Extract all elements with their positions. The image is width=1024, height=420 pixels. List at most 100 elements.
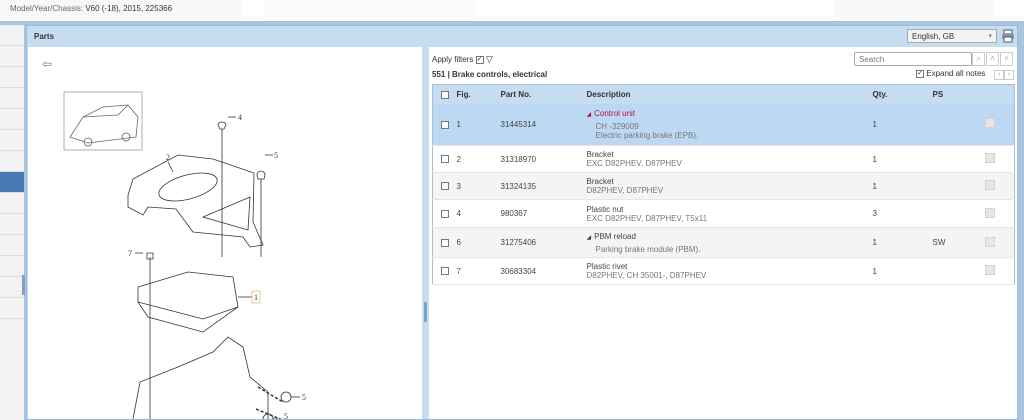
table-row[interactable]: 2 31318970 Bracket EXC D82PHEV, D87PHEV 1	[432, 146, 1015, 173]
part-note: EXC D82PHEV, D87PHEV	[586, 159, 682, 168]
panel-title: Parts	[34, 32, 55, 41]
fig-number: 2	[456, 154, 461, 164]
sidebar-item[interactable]	[0, 298, 24, 319]
fig-number: 6	[456, 238, 461, 247]
callout-5[interactable]: 5	[302, 393, 306, 402]
notes-prev-button[interactable]: ‹	[994, 70, 1004, 80]
splitter-handle[interactable]	[424, 302, 427, 322]
ps-value	[933, 200, 985, 228]
part-number[interactable]: 31445314	[501, 104, 587, 146]
sidebar-item[interactable]	[0, 256, 24, 277]
sidebar-item[interactable]	[0, 151, 24, 172]
sidebar-item[interactable]	[0, 277, 24, 298]
language-select[interactable]: English, GB ▾	[907, 29, 997, 43]
apply-filters-label: Apply filters	[432, 55, 474, 64]
search-next-button[interactable]: ˅	[1000, 52, 1013, 66]
print-icon[interactable]	[1001, 29, 1015, 43]
table-row[interactable]: 3 31324135 Bracket D82PHEV, D87PHEV 1	[432, 172, 1015, 200]
part-number[interactable]: 31275406	[501, 228, 587, 258]
expand-triangle-icon[interactable]: ◢	[587, 235, 592, 241]
col-part-no[interactable]: Part No.	[500, 84, 587, 104]
part-title: Plastic nut	[586, 204, 624, 214]
sidebar-item[interactable]	[0, 67, 24, 88]
section-title: 551 | Brake controls, electrical	[432, 70, 548, 79]
note-icon[interactable]	[984, 118, 995, 129]
table-row[interactable]: 4 980367 Plastic nut EXC D82PHEV, D87PHEV…	[432, 200, 1015, 228]
callout-5[interactable]: 5	[284, 412, 288, 419]
chevron-down-icon: ▾	[988, 33, 992, 40]
quantity: 1	[872, 266, 877, 276]
sidebar-item[interactable]	[0, 130, 24, 151]
note-icon[interactable]	[984, 180, 995, 190]
fig-number: 7	[456, 266, 461, 276]
table-row[interactable]: 6 31275406 ◢ PBM reload Parking brake modu…	[432, 227, 1015, 258]
row-checkbox[interactable]	[441, 155, 449, 164]
expand-triangle-icon[interactable]: ◢	[587, 112, 592, 118]
parts-diagram[interactable]: 1 2 4 5 5 5 7	[28, 47, 422, 419]
part-title: Bracket	[586, 150, 614, 159]
col-description[interactable]: Description	[586, 84, 873, 104]
notes-next-button[interactable]: ›	[1004, 70, 1014, 80]
part-note: Parking brake module (PBM).	[595, 244, 701, 254]
callout-4[interactable]: 4	[238, 113, 242, 122]
search-input[interactable]	[854, 52, 972, 66]
sidebar	[0, 25, 24, 420]
apply-filters[interactable]: Apply filters ✓ ▽	[432, 54, 493, 65]
sidebar-collapse-handle[interactable]	[22, 275, 25, 295]
note-icon[interactable]	[984, 153, 995, 163]
callout-1[interactable]: 1	[254, 293, 258, 302]
note-icon[interactable]	[984, 207, 995, 218]
row-checkbox[interactable]	[441, 209, 449, 218]
expand-all-notes-checkbox[interactable]: ✓	[916, 69, 924, 78]
note-icon[interactable]	[984, 236, 995, 247]
col-fig[interactable]: Fig.	[456, 84, 501, 104]
diagram-pane: ⇦ 1 2 4 5 5 5 7	[28, 47, 422, 419]
pane-splitter[interactable]	[424, 47, 428, 419]
search-prev-button[interactable]: ˄	[986, 52, 999, 66]
part-title: Bracket	[586, 177, 614, 186]
table-row[interactable]: 1 31445314 ◢ Control unit CH -329009 Electr…	[432, 103, 1015, 146]
note-icon[interactable]	[984, 265, 995, 275]
part-number[interactable]: 30683304	[501, 258, 587, 285]
table-row[interactable]: 7 30683304 Plastic rivet D82PHEV, CH 3500…	[432, 258, 1015, 285]
part-note: D82PHEV, D87PHEV	[586, 186, 664, 195]
col-qty[interactable]: Qty.	[872, 84, 933, 104]
expand-all-notes[interactable]: ✓ Expand all notes	[916, 69, 985, 78]
row-checkbox[interactable]	[441, 182, 449, 191]
sidebar-item[interactable]	[0, 109, 24, 130]
callout-7[interactable]: 7	[128, 249, 132, 258]
ps-value	[933, 146, 985, 173]
part-number[interactable]: 31318970	[501, 146, 587, 173]
row-checkbox[interactable]	[441, 238, 449, 247]
model-value: V60 (-18), 2015, 225366	[85, 4, 173, 13]
ps-value: SW	[932, 238, 946, 247]
select-all-checkbox[interactable]	[441, 90, 449, 99]
callout-5[interactable]: 5	[274, 151, 278, 160]
row-checkbox[interactable]	[441, 267, 449, 276]
sidebar-item[interactable]	[0, 214, 24, 235]
part-number[interactable]: 980367	[501, 200, 587, 228]
row-checkbox[interactable]	[441, 120, 449, 129]
part-note: CH -329009	[595, 121, 639, 131]
fig-number: 1	[456, 119, 461, 129]
part-number[interactable]: 31324135	[501, 173, 587, 200]
ps-value	[933, 173, 985, 200]
sidebar-item[interactable]	[0, 235, 24, 256]
sidebar-item[interactable]	[0, 46, 24, 67]
table-header: Fig. Part No. Description Qty. PS	[432, 84, 1015, 104]
col-ps[interactable]: PS	[932, 84, 985, 104]
ps-value	[933, 104, 985, 146]
apply-filters-checkbox[interactable]: ✓	[475, 55, 484, 64]
part-title: ◢ PBM reload	[586, 231, 636, 241]
fig-number: 4	[456, 209, 461, 218]
search-icon[interactable]: ⌕	[972, 52, 985, 66]
parts-panel: Parts English, GB ▾ ⇦ 1 2 4 5 5 5 7 Apply…	[26, 25, 1018, 420]
language-value: English, GB	[912, 32, 955, 41]
sidebar-item[interactable]	[0, 88, 24, 109]
sidebar-item[interactable]	[0, 193, 24, 214]
callout-2[interactable]: 2	[166, 153, 170, 162]
filter-icon[interactable]: ▽	[486, 54, 493, 64]
part-note: EXC D82PHEV, D87PHEV, T5x11	[586, 213, 708, 223]
sidebar-item[interactable]	[0, 25, 24, 46]
sidebar-item-selected[interactable]	[0, 172, 24, 193]
